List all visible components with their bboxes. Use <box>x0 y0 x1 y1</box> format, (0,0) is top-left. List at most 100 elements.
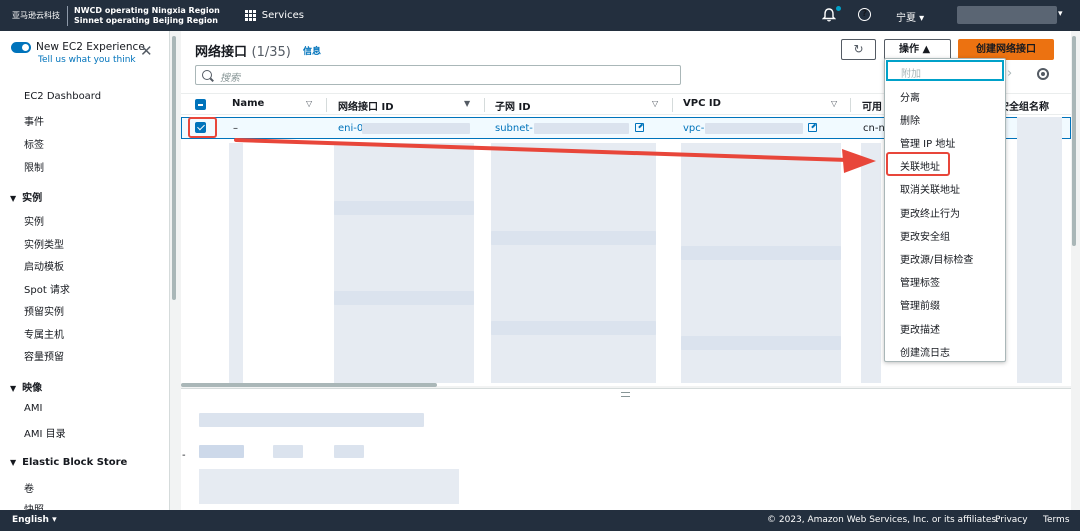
column-divider <box>484 98 485 112</box>
sidebar: New EC2 Experience Tell us what you thin… <box>0 31 170 510</box>
brand-logo: 亚马逊云科技 <box>12 11 60 20</box>
language-selector[interactable]: English ▾ <box>12 515 57 525</box>
sort-icon[interactable]: ▽ <box>306 99 312 108</box>
sidebar-item-instance-types[interactable]: 实例类型 <box>24 236 64 251</box>
redacted-value <box>199 445 244 458</box>
select-all-checkbox[interactable] <box>195 99 206 110</box>
sidebar-section-ebs[interactable]: ▼ Elastic Block Store <box>10 457 127 468</box>
sidebar-item-capacity-reservations[interactable]: 容量预留 <box>24 348 64 363</box>
menu-item-create-flow-log[interactable]: 创建流日志 <box>900 344 950 359</box>
privacy-link[interactable]: Privacy <box>995 515 1028 525</box>
sort-icon[interactable]: ▽ <box>831 99 837 108</box>
sidebar-item-ec2-dashboard[interactable]: EC2 Dashboard <box>24 91 101 102</box>
sidebar-item-events[interactable]: 事件 <box>24 113 44 128</box>
region-selector[interactable]: 宁夏 ▾ <box>896 9 924 24</box>
region-operator-text: NWCD operating Ningxia Region Sinnet ope… <box>74 6 220 26</box>
redacted-value <box>273 445 303 458</box>
sidebar-section-images[interactable]: ▼ 映像 <box>10 379 42 394</box>
footer: English ▾ © 2023, Amazon Web Services, I… <box>0 510 1080 531</box>
sidebar-item-launch-templates[interactable]: 启动模板 <box>24 258 64 273</box>
services-menu[interactable]: Services <box>244 10 304 21</box>
column-availability-zone[interactable]: 可用 <box>862 98 882 113</box>
account-menu[interactable] <box>957 6 1057 24</box>
sidebar-item-dedicated-hosts[interactable]: 专属主机 <box>24 326 64 341</box>
chevron-right-icon[interactable]: › <box>1007 66 1012 81</box>
column-name[interactable]: Name <box>232 98 264 109</box>
region-line-1: NWCD operating Ningxia Region <box>74 5 220 15</box>
refresh-icon: ↻ <box>853 42 864 56</box>
actions-button[interactable]: 操作 ▲ <box>884 39 951 60</box>
sidebar-item-ami-catalog[interactable]: AMI 目录 <box>24 425 66 440</box>
refresh-button[interactable]: ↻ <box>841 39 876 60</box>
sidebar-scrollbar[interactable] <box>172 36 176 300</box>
column-subnet-id[interactable]: 子网 ID <box>495 98 531 113</box>
vertical-scrollbar[interactable] <box>1072 36 1076 246</box>
menu-item-delete[interactable]: 删除 <box>900 112 920 127</box>
grid-icon <box>244 10 256 21</box>
sidebar-section-instances[interactable]: ▼ 实例 <box>10 189 42 204</box>
redacted-value <box>199 469 459 504</box>
horizontal-scrollbar[interactable] <box>181 383 437 387</box>
sidebar-item-instances[interactable]: 实例 <box>24 213 44 228</box>
search-input[interactable]: 搜索 <box>195 65 681 85</box>
sort-icon[interactable]: ▽ <box>652 99 658 108</box>
menu-item-manage-tags[interactable]: 管理标签 <box>900 274 940 289</box>
actions-dropdown-menu: 附加 分离 删除 管理 IP 地址 关联地址 取消关联地址 更改终止行为 更改安… <box>884 58 1006 362</box>
redacted-value <box>534 123 629 134</box>
menu-item-source-dest-check[interactable]: 更改源/目标检查 <box>900 251 973 266</box>
help-icon[interactable]: ? <box>858 8 871 21</box>
external-link-icon[interactable] <box>635 123 644 132</box>
sidebar-item-reserved-instances[interactable]: 预留实例 <box>24 303 64 318</box>
column-divider <box>672 98 673 112</box>
sidebar-item-spot-requests[interactable]: Spot 请求 <box>24 281 70 296</box>
new-experience-toggle[interactable] <box>11 42 31 53</box>
cell-subnet-id[interactable]: subnet- <box>495 123 533 134</box>
sidebar-item-volumes[interactable]: 卷 <box>24 480 34 495</box>
column-vpc-id[interactable]: VPC ID <box>683 98 721 109</box>
column-divider <box>326 98 327 112</box>
redacted-value <box>334 445 364 458</box>
gear-icon[interactable] <box>1037 68 1049 80</box>
details-split-panel: - <box>181 388 1071 510</box>
caret-down-icon: ▼ <box>10 194 17 203</box>
dash-text: - <box>182 450 186 461</box>
brand[interactable]: 亚马逊云科技 NWCD operating Ningxia Region Sin… <box>0 0 220 31</box>
menu-item-change-description[interactable]: 更改描述 <box>900 321 940 336</box>
menu-item-change-termination[interactable]: 更改终止行为 <box>900 205 960 220</box>
menu-item-change-security-groups[interactable]: 更改安全组 <box>900 228 950 243</box>
redacted-value <box>362 123 470 134</box>
cell-eni-id[interactable]: eni-0 <box>338 123 363 134</box>
column-eni-id[interactable]: 网络接口 ID <box>338 98 394 113</box>
sidebar-item-ami[interactable]: AMI <box>24 403 42 414</box>
create-network-interface-button[interactable]: 创建网络接口 <box>958 39 1054 60</box>
redacted-value <box>199 413 424 427</box>
cell-vpc-id[interactable]: vpc- <box>683 123 704 134</box>
close-icon[interactable]: ✕ <box>140 44 153 59</box>
new-experience-label: New EC2 Experience <box>36 41 145 53</box>
caret-down-icon: ▼ <box>10 384 17 393</box>
redacted-value <box>705 123 803 134</box>
sidebar-item-snapshots[interactable]: 快照 <box>24 501 44 510</box>
cell-availability-zone: cn-n <box>863 123 885 134</box>
menu-item-manage-ip[interactable]: 管理 IP 地址 <box>900 135 955 150</box>
menu-item-manage-prefixes[interactable]: 管理前缀 <box>900 297 940 312</box>
column-security-group-name[interactable]: 安全组名称 <box>999 98 1049 113</box>
selection-count: (1/35) <box>251 45 291 60</box>
services-label: Services <box>261 10 304 21</box>
notification-dot <box>836 6 841 11</box>
column-divider <box>850 98 851 112</box>
terms-link[interactable]: Terms <box>1043 515 1070 525</box>
bell-icon[interactable] <box>822 8 836 22</box>
resize-handle-icon[interactable] <box>621 392 630 397</box>
external-link-icon[interactable] <box>808 123 817 132</box>
brand-divider <box>67 5 68 26</box>
info-link[interactable]: 信息 <box>303 44 321 57</box>
feedback-link[interactable]: Tell us what you think <box>38 55 136 65</box>
menu-item-detach[interactable]: 分离 <box>900 89 920 104</box>
sort-icon[interactable]: ▼ <box>464 99 470 108</box>
chevron-down-icon[interactable]: ▾ <box>1058 9 1063 19</box>
caret-down-icon: ▼ <box>10 458 17 467</box>
menu-item-disassociate-address[interactable]: 取消关联地址 <box>900 181 960 196</box>
sidebar-item-tags[interactable]: 标签 <box>24 136 44 151</box>
sidebar-item-limits[interactable]: 限制 <box>24 159 44 174</box>
